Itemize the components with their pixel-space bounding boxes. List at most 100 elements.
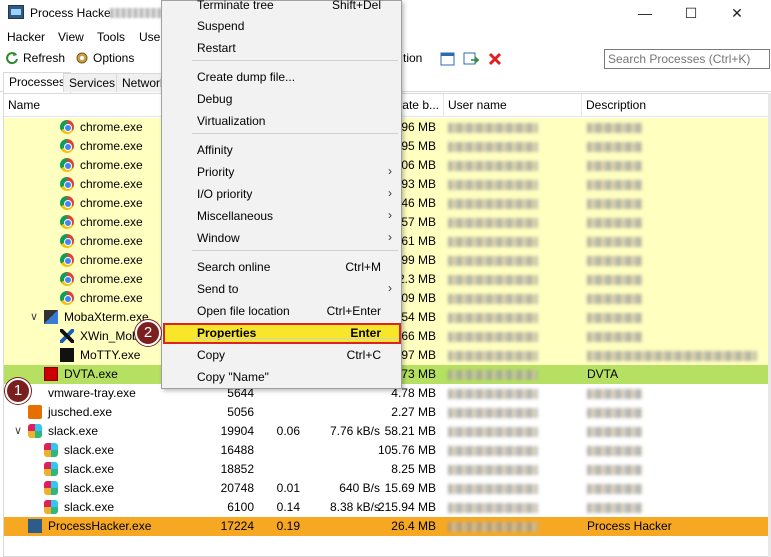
menu-item-label: Restart — [197, 41, 236, 55]
process-name: ProcessHacker.exe — [48, 519, 152, 533]
redacted-user-name — [448, 161, 538, 171]
maximize-button[interactable]: ☐ — [668, 0, 714, 26]
menu-item-shortcut: Ctrl+C — [346, 348, 381, 362]
menu-item-open-file-location[interactable]: Open file location Ctrl+Enter — [163, 301, 401, 322]
redacted-description — [587, 408, 642, 418]
menu-view[interactable]: View — [58, 30, 84, 44]
process-name: vmware-tray.exe — [48, 386, 136, 400]
refresh-button[interactable]: Refresh — [5, 51, 65, 65]
menu-item-copy[interactable]: Copy Ctrl+C — [163, 345, 401, 366]
annotation-badge-2: 2 — [135, 320, 161, 346]
menu-item-copy-name[interactable]: Copy "Name" — [163, 367, 401, 388]
redacted-user-name — [448, 275, 538, 285]
redacted-user-name — [448, 313, 538, 323]
menu-item-label: Open file location — [197, 304, 290, 318]
process-row[interactable]: slack.exe 16488 105.76 MB — [4, 441, 768, 460]
expand-toggle-icon[interactable]: ∨ — [30, 310, 38, 323]
menu-item-priority[interactable]: Priority › — [163, 162, 401, 183]
process-name: slack.exe — [48, 424, 99, 438]
menu-item-terminate-tree[interactable]: Terminate tree Shift+Del — [163, 0, 401, 16]
process-row[interactable]: ∨ slack.exe 19904 0.06 7.76 kB/s 58.21 MB — [4, 422, 768, 441]
menu-item-label: Copy "Name" — [197, 370, 269, 384]
context-menu: Terminate tree Shift+Del Suspend Restart Cre… — [161, 0, 402, 389]
menu-separator — [192, 250, 398, 251]
menu-item-debug[interactable]: Debug — [163, 89, 401, 110]
menu-item-send-to[interactable]: Send to › — [163, 279, 401, 300]
options-button[interactable]: Options — [75, 51, 134, 65]
terminate-icon[interactable] — [488, 52, 502, 66]
expand-toggle-icon[interactable]: ∨ — [14, 424, 22, 437]
column-description[interactable]: Description — [582, 94, 768, 117]
menu-item-search-online[interactable]: Search online Ctrl+M — [163, 257, 401, 278]
menu-item-label: Terminate tree — [197, 0, 274, 12]
redacted-user-name — [448, 218, 538, 228]
process-pid: 6100 — [227, 500, 254, 514]
refresh-label: Refresh — [23, 51, 66, 65]
process-name: chrome.exe — [80, 291, 143, 305]
java-icon — [28, 405, 42, 419]
chrome-icon — [60, 139, 74, 153]
menu-item-label: I/O priority — [197, 187, 253, 201]
menu-item-label: Search online — [197, 260, 271, 274]
process-private-bytes: 8.25 MB — [391, 462, 436, 476]
slack-icon — [28, 424, 42, 438]
process-private-bytes: 15.69 MB — [384, 481, 436, 495]
redacted-user-name — [448, 180, 538, 190]
menu-item-label: Copy — [197, 348, 226, 362]
redacted-user-name — [448, 123, 538, 133]
process-row[interactable]: slack.exe 20748 0.01 640 B/s 15.69 MB — [4, 479, 768, 498]
process-name: chrome.exe — [80, 196, 143, 210]
dvta-icon — [44, 367, 58, 381]
redacted-description — [587, 294, 642, 304]
window-icon[interactable] — [440, 52, 455, 66]
process-name: chrome.exe — [80, 177, 143, 191]
tab-services[interactable]: Services — [63, 73, 122, 92]
process-pid: 16488 — [220, 443, 254, 457]
menu-item-create-dump-file[interactable]: Create dump file... — [163, 67, 401, 88]
redacted-description — [587, 256, 642, 266]
menu-item-affinity[interactable]: Affinity — [163, 140, 401, 161]
refresh-icon — [6, 52, 18, 65]
menu-item-virtualization[interactable]: Virtualization — [163, 111, 401, 132]
chevron-right-icon: › — [388, 281, 392, 295]
chrome-icon — [60, 177, 74, 191]
annotation-badge-1: 1 — [5, 378, 31, 404]
process-description: DVTA — [587, 367, 619, 381]
gear-icon — [76, 52, 88, 64]
process-io: 640 B/s — [339, 481, 380, 495]
menu-item-window[interactable]: Window › — [163, 228, 401, 249]
menu-item-suspend[interactable]: Suspend — [163, 16, 401, 37]
minimize-button[interactable]: — — [622, 0, 668, 26]
menu-separator — [192, 60, 398, 61]
xwin-icon — [60, 329, 74, 343]
tab-processes[interactable]: Processes — [3, 72, 72, 93]
process-row[interactable]: jusched.exe 5056 2.27 MB — [4, 403, 768, 422]
process-cpu: 0.06 — [276, 424, 300, 438]
process-row[interactable]: slack.exe 6100 0.14 8.38 kB/s 215.94 MB — [4, 498, 768, 517]
menu-hacker[interactable]: Hacker — [7, 30, 45, 44]
process-row[interactable]: slack.exe 18852 8.25 MB — [4, 460, 768, 479]
menu-item-shortcut: Shift+Del — [331, 0, 381, 12]
column-user-name[interactable]: User name — [444, 94, 582, 117]
menu-item-miscellaneous[interactable]: Miscellaneous › — [163, 206, 401, 227]
chrome-icon — [60, 158, 74, 172]
search-input[interactable] — [604, 49, 770, 69]
menu-tools[interactable]: Tools — [97, 30, 125, 44]
redacted-user-name — [448, 142, 538, 152]
menu-item-label: Debug — [197, 92, 233, 106]
process-row[interactable]: ProcessHacker.exe 17224 0.19 26.4 MB Process… — [4, 517, 768, 536]
redacted-user-name — [448, 256, 538, 266]
menu-item-restart[interactable]: Restart — [163, 38, 401, 59]
menu-item-label: Create dump file... — [197, 70, 296, 84]
menu-item-i-o-priority[interactable]: I/O priority › — [163, 184, 401, 205]
process-private-bytes: 2.27 MB — [391, 405, 436, 419]
redacted-description — [587, 161, 642, 171]
chevron-right-icon: › — [388, 230, 392, 244]
find-window-icon[interactable] — [463, 52, 479, 66]
menu-item-properties[interactable]: Properties Enter — [163, 323, 401, 344]
process-name: chrome.exe — [80, 120, 143, 134]
close-button[interactable]: ✕ — [714, 0, 760, 26]
process-name: slack.exe — [64, 481, 115, 495]
redacted-user-name — [448, 237, 538, 247]
options-label: Options — [93, 51, 135, 65]
